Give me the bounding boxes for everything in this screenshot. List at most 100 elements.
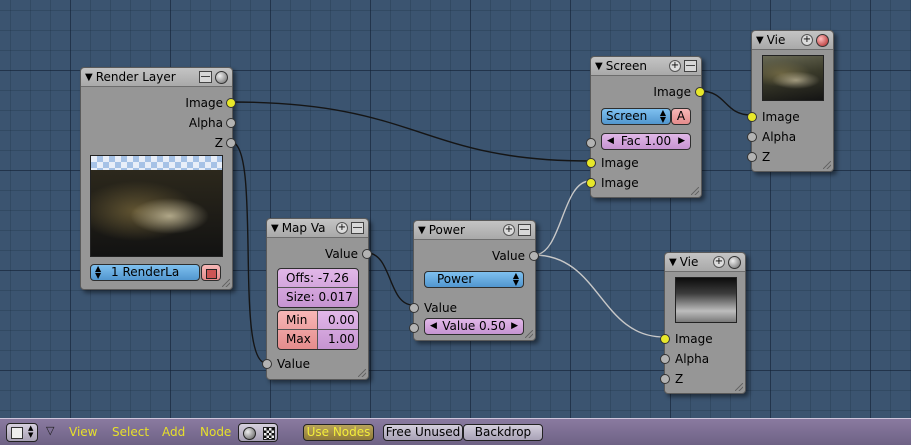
render-layer-header[interactable]: ▼ Render Layer	[81, 68, 232, 87]
output-image-socket[interactable]	[695, 87, 705, 97]
render-button[interactable]	[201, 264, 221, 281]
collapse-arrow-icon[interactable]: ▼	[85, 72, 93, 83]
resize-grip-icon[interactable]	[525, 330, 533, 338]
viewer-node-bottom[interactable]: ▼ Vie + Image Alpha Z	[660, 252, 746, 394]
input-alpha-row: Alpha	[675, 351, 709, 367]
node-canvas[interactable]: ▼ Render Layer Image Alpha Z ▲ ▼ 1 Render…	[0, 0, 911, 418]
screen-header[interactable]: ▼ Screen +	[591, 57, 701, 76]
link-mapvalue-to-power-value	[366, 252, 414, 306]
collapse-arrow-icon[interactable]: ▼	[418, 225, 426, 236]
collapse-arrow-icon[interactable]: ▼	[271, 223, 279, 234]
render-layer-select[interactable]: ▲ ▼ 1 RenderLa	[90, 264, 200, 281]
node-title: Vie	[766, 33, 786, 47]
resize-grip-icon[interactable]	[691, 187, 699, 195]
input-fac-socket[interactable]	[586, 138, 596, 148]
output-image-socket[interactable]	[226, 98, 236, 108]
resize-grip-icon[interactable]	[735, 383, 743, 391]
socket-label: Image	[601, 156, 639, 170]
math-operation-select[interactable]: Power ▲ ▼	[424, 271, 524, 288]
triangle-down-icon[interactable]: ▽	[46, 424, 54, 437]
viewer-node-top[interactable]: ▼ Vie + Image Alpha Z	[747, 30, 834, 172]
input-alpha-socket[interactable]	[747, 132, 757, 142]
input-image-socket-2[interactable]	[586, 178, 596, 188]
input-value-socket[interactable]	[262, 359, 272, 369]
increment-arrow-icon[interactable]: ▶	[511, 319, 518, 334]
viewer-bottom-header[interactable]: ▼ Vie +	[665, 253, 745, 272]
min-max-group: Min Max 0.00 1.00	[277, 310, 359, 350]
size-field[interactable]: Size: 0.017	[286, 288, 353, 306]
power-node[interactable]: ▼ Power + Value Power ▲ ▼ Value ◀ Value 0…	[409, 220, 539, 341]
input-value-socket-2[interactable]	[409, 323, 419, 333]
blend-mode-select[interactable]: Screen ▲ ▼	[601, 108, 671, 125]
use-nodes-toggle[interactable]: Use Nodes	[303, 424, 374, 441]
collapse-arrow-icon[interactable]: ▼	[669, 257, 677, 268]
map-value-header[interactable]: ▼ Map Va +	[267, 219, 368, 238]
link-power-to-viewer-bottom-image	[533, 254, 665, 338]
fac-label: Fac 1.00	[620, 134, 672, 148]
input-image-socket-1[interactable]	[586, 158, 596, 168]
render-preview-image	[90, 155, 223, 257]
resize-grip-icon[interactable]	[823, 161, 831, 169]
composite-nodes-toggle[interactable]	[238, 423, 278, 442]
decrement-arrow-icon[interactable]: ◀	[430, 319, 437, 334]
screen-mix-node[interactable]: ▼ Screen + Image Screen ▲ ▼ A ◀ Fac 1.00 …	[586, 56, 705, 198]
input-value-socket-1[interactable]	[409, 303, 419, 313]
active-viewer-sphere-icon[interactable]	[816, 33, 829, 47]
max-value-field[interactable]: 1.00	[328, 330, 355, 348]
input-image-socket[interactable]	[747, 112, 757, 122]
resize-grip-icon[interactable]	[222, 279, 230, 287]
min-value-field[interactable]: 0.00	[328, 311, 355, 329]
editor-type-selector[interactable]: ▲ ▼	[6, 423, 38, 442]
use-alpha-toggle[interactable]: A	[671, 108, 691, 125]
preview-sphere-icon[interactable]	[728, 255, 741, 269]
offs-field[interactable]: Offs: -7.26	[286, 269, 349, 287]
grid-icon[interactable]	[684, 60, 697, 72]
output-value-socket[interactable]	[362, 249, 372, 259]
decrement-arrow-icon[interactable]: ◀	[607, 134, 614, 149]
socket-label: Value	[424, 301, 457, 315]
grid-icon[interactable]	[199, 71, 212, 83]
menu-add[interactable]: Add	[162, 425, 185, 439]
input-z-socket[interactable]	[747, 152, 757, 162]
power-header[interactable]: ▼ Power +	[414, 221, 535, 240]
plus-icon[interactable]: +	[503, 224, 515, 236]
free-unused-button[interactable]: Free Unused	[383, 424, 463, 441]
input-alpha-socket[interactable]	[660, 354, 670, 364]
texture-icon	[263, 427, 275, 440]
socket-label: Value	[277, 357, 310, 371]
menu-node[interactable]: Node	[200, 425, 231, 439]
input-image-socket[interactable]	[660, 334, 670, 344]
up-down-arrows-icon: ▲ ▼	[659, 108, 666, 124]
increment-arrow-icon[interactable]: ▶	[678, 134, 685, 149]
max-toggle[interactable]: Max	[286, 330, 311, 348]
render-layer-node[interactable]: ▼ Render Layer Image Alpha Z ▲ ▼ 1 Render…	[80, 67, 236, 290]
menu-select[interactable]: Select	[112, 425, 149, 439]
output-value-socket[interactable]	[529, 251, 539, 261]
resize-grip-icon[interactable]	[358, 369, 366, 377]
input-value-row: Value	[277, 356, 310, 372]
min-toggle[interactable]: Min	[286, 311, 307, 329]
grid-icon[interactable]	[351, 222, 364, 234]
value-number-field[interactable]: ◀ Value 0.50 ▶	[424, 318, 524, 335]
preview-sphere-icon[interactable]	[215, 70, 228, 84]
output-z-socket[interactable]	[226, 138, 236, 148]
plus-icon[interactable]: +	[336, 222, 348, 234]
plus-icon[interactable]: +	[669, 60, 681, 72]
collapse-arrow-icon[interactable]: ▼	[595, 61, 603, 72]
socket-label: Image	[675, 332, 713, 346]
output-alpha-socket[interactable]	[226, 118, 236, 128]
input-z-socket[interactable]	[660, 374, 670, 384]
backdrop-toggle[interactable]: Backdrop	[463, 424, 543, 441]
plus-icon[interactable]: +	[713, 256, 725, 268]
collapse-arrow-icon[interactable]: ▼	[756, 35, 764, 46]
output-value-row: Value	[267, 246, 358, 262]
map-value-node[interactable]: ▼ Map Va + Value Offs: -7.26 Size: 0.017…	[262, 218, 372, 380]
output-image-row: Image	[81, 95, 223, 111]
grid-icon[interactable]	[518, 224, 531, 236]
plus-icon[interactable]: +	[801, 34, 813, 46]
fac-number-field[interactable]: ◀ Fac 1.00 ▶	[601, 133, 691, 150]
link-power-to-screen-image3	[533, 180, 591, 256]
viewer-top-header[interactable]: ▼ Vie +	[752, 31, 833, 50]
socket-label: Alpha	[188, 116, 223, 130]
menu-view[interactable]: View	[69, 425, 97, 439]
